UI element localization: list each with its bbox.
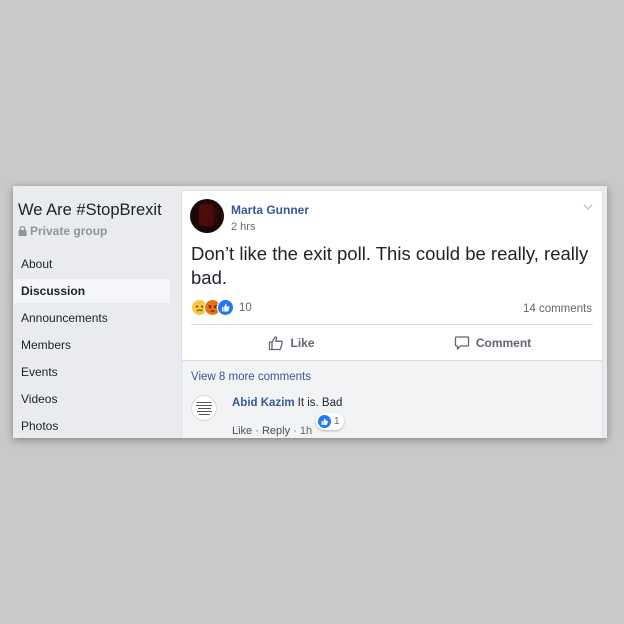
post-text: Don’t like the exit poll. This could be … xyxy=(191,243,589,288)
like-icon xyxy=(217,299,234,316)
sidebar-item-discussion[interactable]: Discussion xyxy=(14,279,170,303)
post-actions: Like Comment xyxy=(191,329,593,357)
sidebar-item-events[interactable]: Events xyxy=(14,360,170,384)
comment-reaction-badge[interactable]: 1 xyxy=(316,413,344,430)
comment-reply-link[interactable]: Reply xyxy=(262,425,290,437)
view-more-comments-link[interactable]: View 8 more comments xyxy=(191,371,311,383)
author-avatar[interactable] xyxy=(190,199,224,233)
comment-icon xyxy=(454,336,469,350)
comment-like-link[interactable]: Like xyxy=(232,425,252,437)
facebook-group-screenshot: We Are #StopBrexit Private group About D… xyxy=(13,186,607,438)
lock-icon xyxy=(18,226,27,236)
comment-author[interactable]: Abid Kazim xyxy=(232,397,295,409)
sidebar-item-videos[interactable]: Videos xyxy=(14,387,170,411)
privacy-label: Private group xyxy=(30,224,108,238)
separator: · xyxy=(255,425,259,437)
sidebar-item-about[interactable]: About xyxy=(14,252,170,276)
comment-bubble: Abid Kazim It is. Bad xyxy=(226,394,349,412)
sidebar-item-announcements[interactable]: Announcements xyxy=(14,306,170,330)
group-name[interactable]: We Are #StopBrexit xyxy=(18,201,162,220)
like-label: Like xyxy=(290,336,315,350)
comment-label: Comment xyxy=(475,336,532,350)
like-button[interactable]: Like xyxy=(191,329,392,357)
sidebar-item-members[interactable]: Members xyxy=(14,333,170,357)
post-timestamp[interactable]: 2 hrs xyxy=(231,221,255,233)
chevron-down-icon[interactable] xyxy=(583,203,593,211)
comment-button[interactable]: Comment xyxy=(392,329,593,357)
comment-text: It is. Bad xyxy=(297,397,343,409)
like-icon xyxy=(318,415,331,428)
privacy-indicator: Private group xyxy=(18,224,107,238)
comment-timestamp[interactable]: 1h xyxy=(300,425,312,437)
comment-reaction-count: 1 xyxy=(334,416,340,427)
divider xyxy=(191,324,593,325)
post-card: Marta Gunner 2 hrs Don’t like the exit p… xyxy=(181,190,603,438)
thumbs-up-icon xyxy=(269,336,284,351)
reaction-summary[interactable]: 10 xyxy=(191,299,252,316)
commenter-avatar[interactable] xyxy=(191,395,217,421)
separator: · xyxy=(293,425,297,437)
reaction-count: 10 xyxy=(239,301,252,314)
comments-count-link[interactable]: 14 comments xyxy=(523,303,592,315)
group-sidebar: We Are #StopBrexit Private group About D… xyxy=(13,186,181,438)
comment-meta: Like · Reply · 1h xyxy=(232,425,312,437)
comments-section: View 8 more comments Abid Kazim It is. Ba… xyxy=(182,361,602,438)
sidebar-item-photos[interactable]: Photos xyxy=(14,414,170,438)
post-author[interactable]: Marta Gunner xyxy=(231,203,309,217)
